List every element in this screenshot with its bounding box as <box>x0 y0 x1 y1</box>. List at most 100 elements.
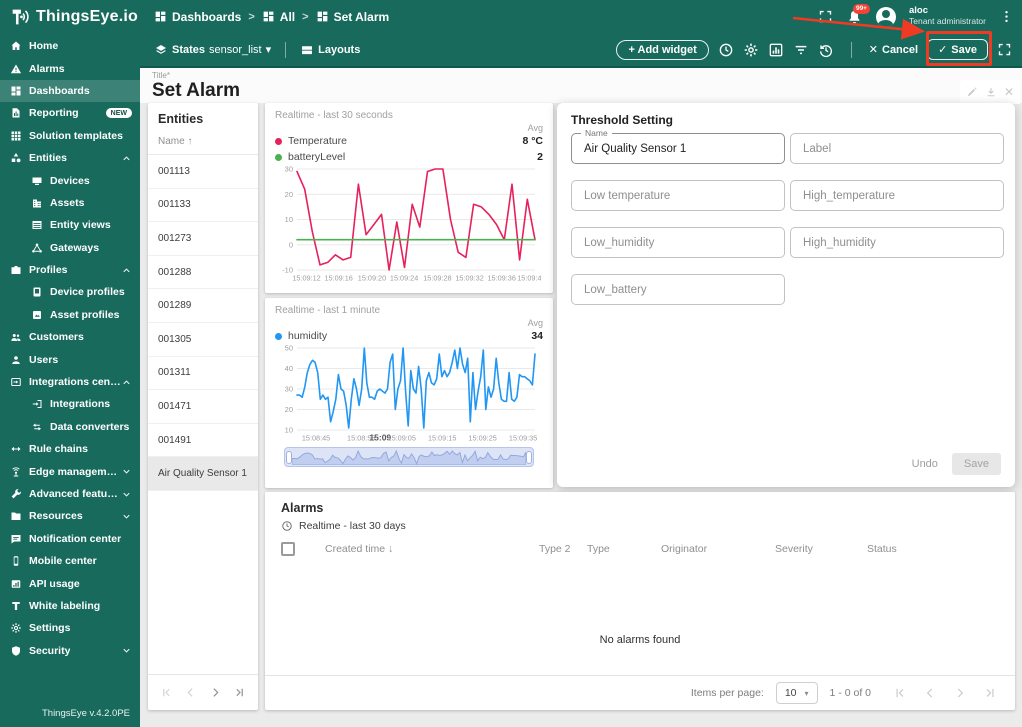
breadcrumb-dashboards[interactable]: Dashboards <box>154 10 241 24</box>
last-page-icon[interactable] <box>233 686 246 699</box>
breadcrumb-set-alarm[interactable]: Set Alarm <box>316 10 389 24</box>
sidebar-item-data-converters[interactable]: Data converters <box>0 416 140 438</box>
sidebar-item-solution-templates[interactable]: Solution templates <box>0 125 140 147</box>
sidebar-item-customers[interactable]: Customers <box>0 326 140 348</box>
next-page-icon[interactable] <box>953 686 967 700</box>
save-button[interactable]: ✓ Save <box>927 39 988 60</box>
sidebar-item-white-labeling[interactable]: White labeling <box>0 595 140 617</box>
add-widget-button[interactable]: + Add widget <box>616 39 709 60</box>
navigator-left-handle[interactable] <box>286 450 292 464</box>
column-originator[interactable]: Originator <box>661 543 775 555</box>
temperature-chart-widget[interactable]: Realtime - last 30 seconds Avg Temperatu… <box>265 103 553 293</box>
page-size-select[interactable]: 10 ▾ <box>775 682 818 704</box>
entity-row[interactable]: Air Quality Sensor 1 <box>148 457 258 491</box>
states-button[interactable]: States sensor_list ▾ <box>154 43 271 57</box>
label-input[interactable] <box>791 134 1003 163</box>
sidebar-item-advanced-features[interactable]: Advanced features <box>0 483 140 505</box>
sidebar-item-home[interactable]: Home <box>0 35 140 57</box>
download-icon[interactable] <box>985 86 997 98</box>
sidebar-item-dashboards[interactable]: Dashboards <box>0 79 140 103</box>
layouts-button[interactable]: Layouts <box>300 43 360 57</box>
chart-navigator[interactable] <box>284 447 534 467</box>
alarms-timewindow[interactable]: Realtime - last 30 days <box>265 519 1015 538</box>
sidebar-item-edge-management[interactable]: Edge management <box>0 460 140 482</box>
sidebar-item-users[interactable]: Users <box>0 348 140 370</box>
undo-button[interactable]: Undo <box>912 458 938 470</box>
sidebar-item-devices[interactable]: Devices <box>0 169 140 191</box>
select-all-checkbox[interactable] <box>281 542 295 556</box>
sidebar-item-device-profiles[interactable]: Device profiles <box>0 281 140 303</box>
sidebar-item-alarms[interactable]: Alarms <box>0 57 140 79</box>
filters-icon[interactable] <box>793 42 809 58</box>
breadcrumb-all[interactable]: All <box>262 10 295 24</box>
user-info[interactable]: aloc Tenant administrator <box>909 5 986 27</box>
first-page-icon[interactable] <box>160 686 173 699</box>
entity-row[interactable]: 001289 <box>148 289 258 323</box>
entity-row[interactable]: 001311 <box>148 357 258 391</box>
low-humidity-input[interactable] <box>572 228 784 257</box>
sidebar-item-gateways[interactable]: Gateways <box>0 237 140 259</box>
column-severity[interactable]: Severity <box>775 543 867 555</box>
close-icon[interactable]: ✕ <box>1004 85 1014 99</box>
column-type2[interactable]: Type 2 <box>539 543 587 555</box>
low-battery-input[interactable] <box>572 275 784 304</box>
sidebar-item-integrations-center[interactable]: Integrations center <box>0 371 140 393</box>
high-temperature-input[interactable] <box>791 181 1003 210</box>
sidebar-item-entities[interactable]: Entities <box>0 147 140 169</box>
column-created-time[interactable]: Created time ↓ <box>325 543 539 555</box>
avatar[interactable] <box>875 6 896 27</box>
edit-icon[interactable] <box>966 86 978 98</box>
humidity-chart-widget[interactable]: Realtime - last 1 minute Avg humidity 34 … <box>265 298 553 488</box>
app-logo[interactable]: ThingsEye.io <box>0 6 142 28</box>
sidebar-item-resources[interactable]: Resources <box>0 505 140 527</box>
sidebar-item-reporting[interactable]: Reporting NEW <box>0 102 140 124</box>
sidebar-item-security[interactable]: Security <box>0 640 140 662</box>
version-history-icon[interactable] <box>818 42 834 58</box>
high-humidity-input[interactable] <box>791 228 1003 257</box>
legend-item-Temperature[interactable]: Temperature 8 °C <box>275 133 543 149</box>
column-type[interactable]: Type <box>587 543 661 555</box>
entity-row[interactable]: 001273 <box>148 222 258 256</box>
next-page-icon[interactable] <box>209 686 222 699</box>
sidebar-item-notification-center[interactable]: Notification center <box>0 528 140 550</box>
settings-icon[interactable] <box>743 42 759 58</box>
entity-row[interactable]: 001113 <box>148 155 258 189</box>
previous-page-icon[interactable] <box>923 686 937 700</box>
sidebar-item-asset-profiles[interactable]: Asset profiles <box>0 304 140 326</box>
entity-row[interactable]: 001305 <box>148 323 258 357</box>
name-field-label: Name <box>581 128 612 138</box>
threshold-save-button[interactable]: Save <box>951 453 1001 475</box>
legend-item-batteryLevel[interactable]: batteryLevel 2 <box>275 149 543 165</box>
sidebar-item-integrations[interactable]: Integrations <box>0 393 140 415</box>
sidebar-item-profiles[interactable]: Profiles <box>0 259 140 281</box>
column-status[interactable]: Status <box>867 543 1015 555</box>
entity-aliases-icon[interactable] <box>768 42 784 58</box>
timewindow-icon[interactable] <box>718 42 734 58</box>
sidebar-item-api-usage[interactable]: API usage <box>0 572 140 594</box>
sidebar-item-mobile-center[interactable]: Mobile center <box>0 550 140 572</box>
last-page-icon[interactable] <box>983 686 997 700</box>
fullscreen-icon[interactable] <box>997 42 1012 57</box>
sidebar-item-label: Mobile center <box>29 555 97 568</box>
previous-page-icon[interactable] <box>184 686 197 699</box>
entities-name-column-header[interactable]: Name ↑ <box>148 130 258 155</box>
entity-row[interactable]: 001288 <box>148 256 258 290</box>
sidebar-item-rule-chains[interactable]: Rule chains <box>0 438 140 460</box>
name-input[interactable] <box>572 134 784 163</box>
sidebar-item-entity-views[interactable]: Entity views <box>0 214 140 236</box>
first-page-icon[interactable] <box>893 686 907 700</box>
legend-item-humidity[interactable]: humidity 34 <box>275 328 543 344</box>
sidebar-item-assets[interactable]: Assets <box>0 192 140 214</box>
low-temperature-input[interactable] <box>572 181 784 210</box>
entity-row[interactable]: 001491 <box>148 424 258 458</box>
page-title[interactable]: Set Alarm <box>152 80 240 102</box>
entity-row[interactable]: 001133 <box>148 189 258 223</box>
sidebar-item-label: Data converters <box>50 420 130 433</box>
fullscreen-icon[interactable] <box>818 9 833 24</box>
notifications-button[interactable]: 99+ <box>846 4 870 25</box>
entity-row[interactable]: 001471 <box>148 390 258 424</box>
sidebar-item-settings[interactable]: Settings <box>0 617 140 639</box>
more-menu-icon[interactable] <box>999 9 1014 24</box>
cancel-button[interactable]: ✕ Cancel <box>869 43 918 57</box>
navigator-right-handle[interactable] <box>526 450 532 464</box>
